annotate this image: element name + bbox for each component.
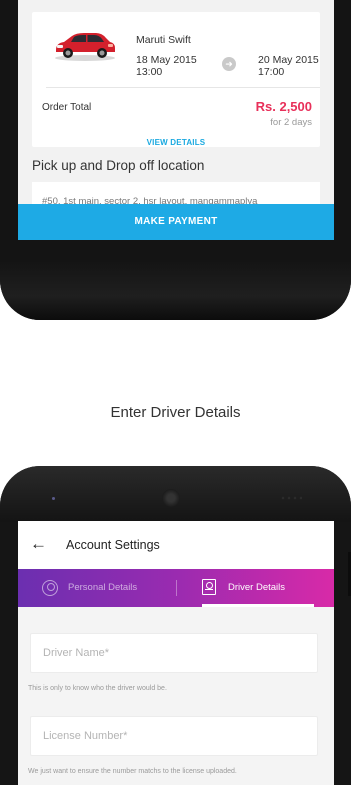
pickup-date: 18 May 2015	[136, 54, 197, 66]
driver-name-helper: This is only to know who the driver woul…	[28, 685, 167, 692]
license-number-helper: We just want to ensure the number matchs…	[28, 768, 237, 775]
order-duration: for 2 days	[270, 117, 312, 128]
driver-details-screen: ← Account Settings Personal Details Driv…	[18, 521, 334, 785]
front-sensor-icon	[52, 497, 55, 500]
step-caption: Enter Driver Details	[110, 404, 241, 421]
back-arrow-icon[interactable]: ←	[30, 533, 47, 555]
tab-personal-details[interactable]: Personal Details	[18, 569, 176, 607]
app-showcase: Maruti Swift 18 May 2015 13:00 ➜ 20 May …	[0, 0, 351, 785]
card-divider	[46, 87, 320, 88]
app-header: ← Account Settings	[18, 521, 334, 569]
dropoff-date: 20 May 2015	[258, 54, 319, 66]
license-number-placeholder: License Number*	[43, 730, 128, 742]
dropoff-datetime: 20 May 2015 17:00	[258, 54, 319, 78]
order-card: Maruti Swift 18 May 2015 13:00 ➜ 20 May …	[32, 12, 320, 147]
dropoff-time: 17:00	[258, 66, 285, 78]
make-payment-button[interactable]: MAKE PAYMENT	[18, 204, 334, 240]
arrow-right-icon: ➜	[222, 57, 236, 71]
tab-driver-details[interactable]: Driver Details	[188, 569, 334, 607]
license-number-field[interactable]: License Number*	[30, 716, 318, 756]
active-tab-indicator	[202, 604, 314, 607]
pickup-section-title: Pick up and Drop off location	[32, 158, 205, 173]
proximity-sensor-icon	[280, 495, 302, 501]
driver-name-placeholder: Driver Name*	[43, 647, 110, 659]
id-card-icon	[202, 579, 216, 595]
speaker-grille-icon	[162, 489, 180, 507]
view-details-link[interactable]: VIEW DETAILS	[32, 138, 320, 147]
car-name: Maruti Swift	[136, 34, 191, 46]
pickup-time: 13:00	[136, 66, 163, 78]
order-total-label: Order Total	[42, 102, 92, 113]
driver-name-field[interactable]: Driver Name*	[30, 633, 318, 673]
tab-label: Driver Details	[228, 582, 286, 593]
pickup-datetime: 18 May 2015 13:00	[136, 54, 197, 78]
order-total-value: Rs. 2,500	[255, 99, 312, 114]
order-summary-screen: Maruti Swift 18 May 2015 13:00 ➜ 20 May …	[18, 0, 334, 240]
person-icon	[42, 580, 58, 596]
page-title: Account Settings	[66, 538, 160, 552]
tab-label: Personal Details	[68, 582, 138, 593]
tab-divider	[176, 580, 177, 596]
car-thumbnail	[55, 33, 115, 61]
settings-tab-bar: Personal Details Driver Details	[18, 569, 334, 607]
